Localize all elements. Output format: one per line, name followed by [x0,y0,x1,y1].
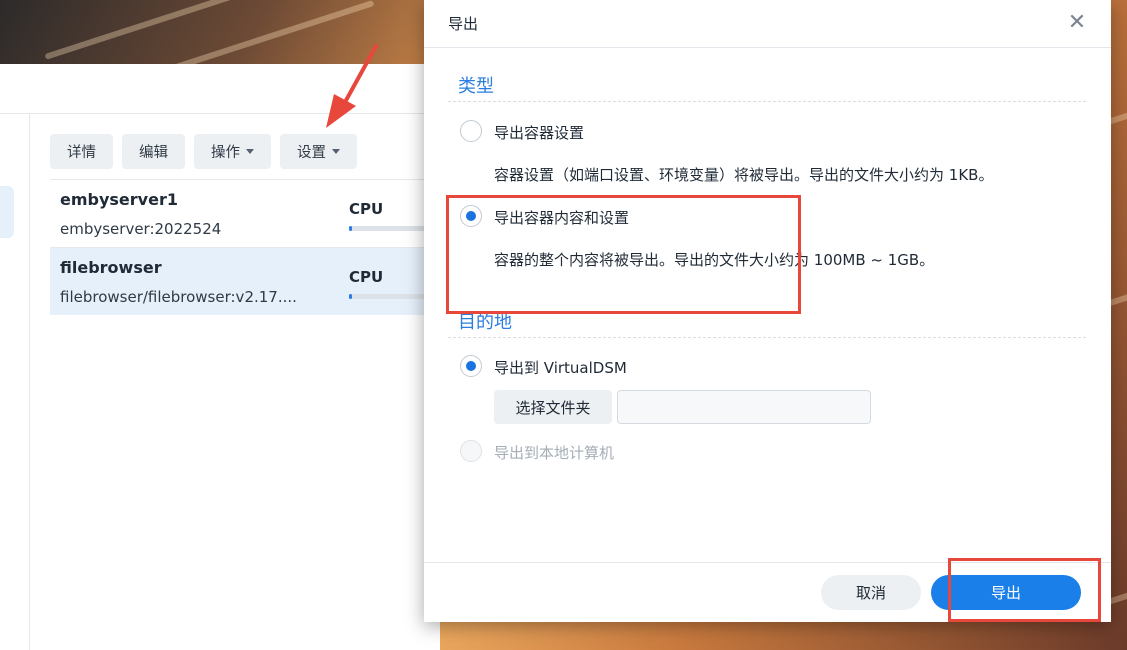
export-content-and-settings-label[interactable]: 导出容器内容和设置 [494,207,629,228]
cancel-button[interactable]: 取消 [821,575,921,610]
type-section-title: 类型 [458,76,494,97]
chevron-down-icon [332,149,340,154]
export-dialog: 导出 ✕ 类型 导出容器设置 容器设置（如端口设置、环境变量）将被导出。导出的文… [424,0,1111,622]
dialog-header-divider [424,47,1111,48]
edit-button-label: 编辑 [139,145,168,161]
dialog-title: 导出 [448,15,479,33]
details-button[interactable]: 详情 [50,134,113,169]
export-to-virtualdsm-radio[interactable] [460,355,482,377]
chevron-down-icon [246,149,254,154]
details-button-label: 详情 [67,145,96,161]
cpu-label: CPU [349,200,384,218]
export-content-and-settings-radio[interactable] [460,205,482,227]
export-to-local-computer-label[interactable]: 导出到本地计算机 [494,442,614,463]
sidebar-item-selected[interactable] [0,186,14,238]
export-settings-description: 容器设置（如端口设置、环境变量）将被导出。导出的文件大小约为 1KB。 [494,166,994,184]
container-image: embyserver:2022524 [60,220,222,238]
folder-path-input[interactable] [617,390,871,424]
choose-folder-button[interactable]: 选择文件夹 [494,390,612,424]
export-settings-label[interactable]: 导出容器设置 [494,122,584,143]
cpu-usage-fill [349,294,352,299]
destination-section-title: 目的地 [458,312,512,333]
cpu-usage-fill [349,226,352,231]
close-icon[interactable]: ✕ [1065,10,1089,35]
container-toolbar: 详情 编辑 操作 设置 [50,134,357,169]
docker-container-window: 详情 编辑 操作 设置 embyserver1 embyserver:20225… [0,64,440,650]
sidebar [0,114,30,650]
container-list: embyserver1 embyserver:2022524 CPU fileb… [50,179,440,315]
cpu-label: CPU [349,268,384,286]
container-row[interactable]: embyserver1 embyserver:2022524 CPU [50,179,440,247]
container-row-selected[interactable]: filebrowser filebrowser/filebrowser:v2.1… [50,247,440,315]
section-divider [448,101,1086,102]
container-image: filebrowser/filebrowser:v2.17.... [60,288,297,306]
export-settings-radio[interactable] [460,120,482,142]
action-button-label: 操作 [211,145,240,161]
red-arrow-annotation [326,44,378,128]
settings-button-label: 设置 [297,145,326,161]
export-to-local-computer-radio[interactable] [460,440,482,462]
container-name: embyserver1 [60,190,178,209]
section-divider [448,337,1086,338]
export-content-description: 容器的整个内容将被导出。导出的文件大小约为 100MB ~ 1GB。 [494,251,935,269]
action-dropdown-button[interactable]: 操作 [194,134,271,169]
dialog-footer-divider [424,562,1111,563]
container-name: filebrowser [60,258,162,277]
export-button[interactable]: 导出 [931,575,1081,610]
export-to-virtualdsm-label[interactable]: 导出到 VirtualDSM [494,357,627,378]
edit-button[interactable]: 编辑 [122,134,185,169]
settings-dropdown-button[interactable]: 设置 [280,134,357,169]
